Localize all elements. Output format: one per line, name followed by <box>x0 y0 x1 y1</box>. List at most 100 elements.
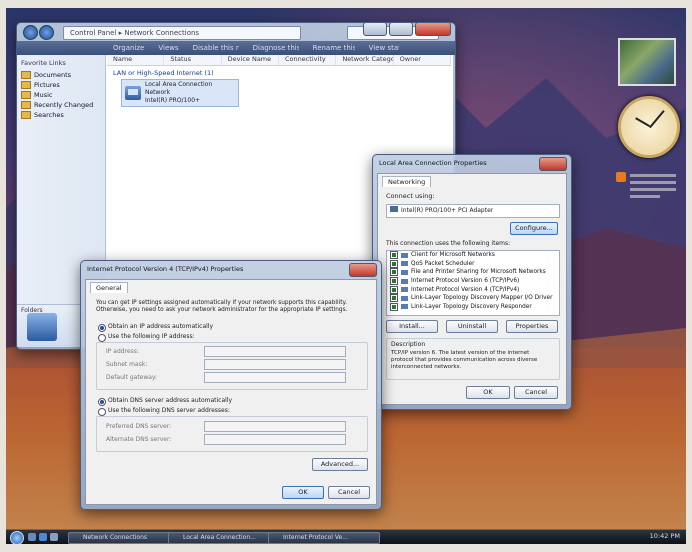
nav-pictures[interactable]: Pictures <box>17 80 105 90</box>
ipv4-body: General You can get IP settings assigned… <box>85 279 377 505</box>
nav-recently-changed[interactable]: Recently Changed <box>17 100 105 110</box>
component-label: Link-Layer Topology Discovery Mapper I/O… <box>411 295 553 302</box>
close-button[interactable] <box>539 157 567 171</box>
connection-device: Intel(R) PRO/100+ <box>145 97 201 104</box>
component-checkbox[interactable] <box>390 294 398 303</box>
lan-ok-button[interactable]: OK <box>466 386 510 399</box>
component-checkbox[interactable] <box>390 251 398 260</box>
local-area-connection-item[interactable]: Local Area Connection Network Intel(R) P… <box>121 79 239 107</box>
adapter-field: Intel(R) PRO/100+ PCI Adapter <box>386 204 560 218</box>
maximize-button[interactable] <box>389 23 413 36</box>
column-headers: Name Status Device Name Connectivity Net… <box>107 55 451 66</box>
ipv4-intro: You can get IP settings assigned automat… <box>96 300 348 313</box>
subnet-mask-field[interactable] <box>204 359 346 370</box>
taskbar-button-network[interactable]: Network Connections <box>68 532 180 544</box>
quicklaunch-desktop-icon[interactable] <box>28 533 36 541</box>
lan-cancel-button[interactable]: Cancel <box>514 386 558 399</box>
col-device[interactable]: Device Name <box>222 55 279 65</box>
tab-networking[interactable]: Networking <box>382 176 432 187</box>
col-owner[interactable]: Owner <box>394 55 451 65</box>
component-item[interactable]: Client for Microsoft Networks <box>387 251 559 260</box>
toolbar-views[interactable]: Views <box>158 44 178 52</box>
component-item[interactable]: QoS Packet Scheduler <box>387 259 559 269</box>
nav-music[interactable]: Music <box>17 90 105 100</box>
install-button[interactable]: Install... <box>386 320 438 333</box>
toolbar-organize[interactable]: Organize <box>113 44 144 52</box>
component-checkbox[interactable] <box>390 302 398 311</box>
component-icon <box>401 287 408 293</box>
use-ip-radio[interactable] <box>98 334 106 342</box>
col-connectivity[interactable]: Connectivity <box>279 55 337 65</box>
ipv4-titlebar: Internet Protocol Version 4 (TCP/IPv4) P… <box>81 261 381 279</box>
uses-items-label: This connection uses the following items… <box>386 240 511 247</box>
taskbar: Network Connections Local Area Connectio… <box>6 529 686 544</box>
component-item[interactable]: Internet Protocol Version 4 (TCP/IPv4) <box>387 285 559 294</box>
tray-clock[interactable]: 10:42 PM <box>650 532 680 540</box>
obtain-dns-auto-label[interactable]: Obtain DNS server address automatically <box>108 397 232 404</box>
col-category[interactable]: Network Category <box>336 55 394 65</box>
obtain-ip-auto-radio[interactable] <box>98 324 106 332</box>
clock-gadget[interactable] <box>618 96 680 158</box>
taskbar-button-ipv4[interactable]: Internet Protocol Ve... <box>268 532 380 544</box>
taskbar-button-lan[interactable]: Local Area Connection... <box>168 532 280 544</box>
slideshow-gadget[interactable] <box>618 38 676 86</box>
connection-status: Network <box>145 89 171 96</box>
quicklaunch-ie-icon[interactable] <box>39 533 47 541</box>
obtain-ip-auto-label[interactable]: Obtain an IP address automatically <box>108 323 213 330</box>
component-checkbox[interactable] <box>390 277 398 286</box>
component-item[interactable]: Link-Layer Topology Discovery Mapper I/O… <box>387 294 559 303</box>
advanced-button[interactable]: Advanced... <box>312 458 368 471</box>
alternate-dns-field[interactable] <box>204 434 346 445</box>
component-label: Client for Microsoft Networks <box>411 252 495 259</box>
component-label: Internet Protocol Version 6 (TCP/IPv6) <box>411 278 520 285</box>
nav-header: Favorite Links <box>21 59 66 67</box>
component-item[interactable]: File and Printer Sharing for Microsoft N… <box>387 268 559 277</box>
default-gateway-field[interactable] <box>204 372 346 383</box>
nav-searches[interactable]: Searches <box>17 110 105 120</box>
toolbar-disable[interactable]: Disable this network device <box>193 44 239 52</box>
feed-gadget[interactable] <box>614 168 680 228</box>
toolbar-diagnose[interactable]: Diagnose this connection <box>253 44 299 52</box>
explorer-titlebar: Control Panel ▸ Network Connections <box>17 23 455 41</box>
configure-button[interactable]: Configure... <box>510 222 558 235</box>
ipv4-ok-button[interactable]: OK <box>282 486 324 499</box>
uninstall-button[interactable]: Uninstall <box>446 320 498 333</box>
toolbar-rename[interactable]: Rename this connection <box>313 44 355 52</box>
alternate-dns-label: Alternate DNS server: <box>106 436 172 443</box>
address-bar[interactable]: Control Panel ▸ Network Connections <box>63 26 301 40</box>
component-icon <box>401 278 408 284</box>
use-dns-radio[interactable] <box>98 408 106 416</box>
component-checkbox[interactable] <box>390 268 398 277</box>
component-item[interactable]: Internet Protocol Version 6 (TCP/IPv6) <box>387 277 559 286</box>
minimize-button[interactable] <box>363 23 387 36</box>
close-button[interactable] <box>349 263 377 277</box>
start-button[interactable] <box>10 531 24 544</box>
close-button[interactable] <box>415 23 451 36</box>
col-status[interactable]: Status <box>164 55 222 65</box>
adapter-name: Intel(R) PRO/100+ PCI Adapter <box>401 207 494 214</box>
ip-address-field[interactable] <box>204 346 346 357</box>
component-label: File and Printer Sharing for Microsoft N… <box>411 269 546 276</box>
properties-button[interactable]: Properties <box>506 320 558 333</box>
obtain-dns-auto-radio[interactable] <box>98 398 106 406</box>
explorer-toolbar: Organize Views Disable this network devi… <box>17 41 455 55</box>
ipv4-cancel-button[interactable]: Cancel <box>328 486 370 499</box>
use-dns-label[interactable]: Use the following DNS server addresses: <box>108 407 230 414</box>
component-checkbox[interactable] <box>390 285 398 294</box>
component-icon <box>401 269 408 275</box>
ip-address-label: IP address: <box>106 348 139 355</box>
group-header: LAN or High-Speed Internet (1) <box>113 69 214 77</box>
back-button[interactable] <box>23 25 38 40</box>
toolbar-status[interactable]: View status of this connection <box>369 44 399 52</box>
component-checkbox[interactable] <box>390 259 398 268</box>
quicklaunch-switch-icon[interactable] <box>50 533 58 541</box>
folder-icon <box>21 81 31 89</box>
nav-documents[interactable]: Documents <box>17 70 105 80</box>
forward-button[interactable] <box>39 25 54 40</box>
desktop: Control Panel ▸ Network Connections Orga… <box>6 8 686 544</box>
tab-general[interactable]: General <box>90 282 128 293</box>
col-name[interactable]: Name <box>107 55 165 65</box>
component-item[interactable]: Link-Layer Topology Discovery Responder <box>387 302 559 312</box>
use-ip-label[interactable]: Use the following IP address: <box>108 333 195 340</box>
preferred-dns-field[interactable] <box>204 421 346 432</box>
